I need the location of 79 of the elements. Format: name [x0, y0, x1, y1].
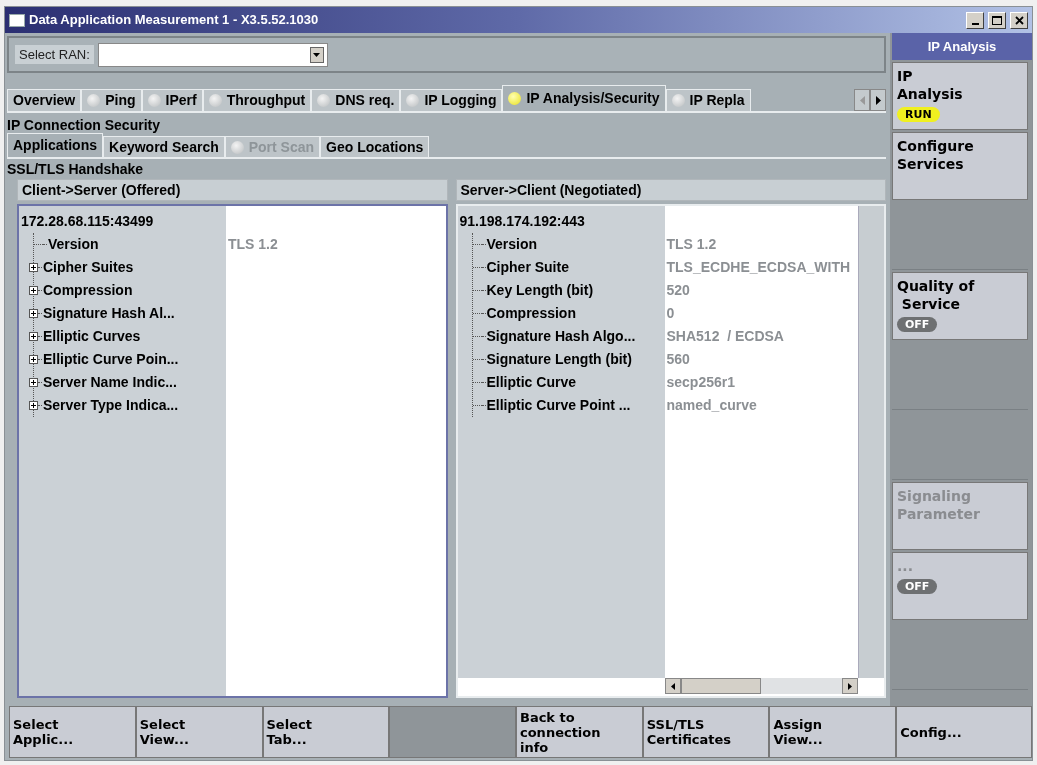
tree-item-value: 520: [666, 281, 690, 300]
side-softkey[interactable]: Quality of Service OFF: [892, 272, 1028, 340]
tree-item-label[interactable]: Server Name Indic...: [43, 372, 177, 393]
side-softkey[interactable]: IP Analysis RUN: [892, 62, 1028, 130]
tree-item-label[interactable]: Signature Hash Algo...: [486, 326, 636, 347]
tree-item-label[interactable]: Server Type Indica...: [43, 395, 179, 416]
panel-header: Server->Client (Negotiated): [455, 179, 886, 201]
tree-item-value: TLS 1.2: [228, 235, 278, 254]
section-title: IP Connection Security: [7, 116, 161, 135]
ran-label: Select RAN:: [15, 44, 94, 65]
tree-item-value: TLS_ECDHE_ECDSA_WITH: [666, 258, 851, 277]
expand-icon[interactable]: [29, 355, 38, 364]
tab[interactable]: IPerf: [141, 89, 203, 111]
close-icon: [1014, 15, 1024, 25]
tree-item-value: SHA512 / ECDSA: [666, 327, 784, 346]
tree-root: 91.198.174.192:443: [459, 212, 586, 231]
bottom-softkey[interactable]: Config...: [896, 706, 1032, 758]
bottom-softkey[interactable]: Select Applic...: [9, 706, 136, 758]
tree-item-label[interactable]: Key Length (bit): [486, 280, 594, 301]
tree-item-value: 560: [666, 350, 690, 369]
minimize-button[interactable]: [966, 11, 984, 29]
status-badge: OFF: [897, 317, 938, 332]
tree-item-label[interactable]: Compression: [486, 303, 576, 324]
tree-item-label[interactable]: Elliptic Curve Poin...: [43, 349, 179, 370]
subtab[interactable]: Applications: [7, 133, 103, 157]
tab[interactable]: Throughput: [202, 89, 312, 111]
window-icon: [9, 13, 25, 27]
expand-icon[interactable]: [29, 263, 38, 272]
expand-icon[interactable]: [29, 332, 38, 341]
expand-icon[interactable]: [29, 286, 38, 295]
right-arrow-icon: [875, 95, 881, 105]
tab-scroll-right-button[interactable]: [870, 89, 886, 111]
tree-item-label[interactable]: Version: [486, 234, 538, 255]
tree-item-label[interactable]: Elliptic Curve: [486, 372, 576, 393]
scroll-thumb[interactable]: [680, 678, 761, 694]
tab[interactable]: DNS req.: [311, 89, 401, 111]
subsection-title: SSL/TLS Handshake: [7, 160, 145, 179]
expand-icon[interactable]: [29, 401, 38, 410]
tree-item-value: 0: [666, 304, 675, 323]
tab[interactable]: Ping: [81, 89, 142, 111]
scroll-right-icon: [842, 678, 858, 694]
side-softkey[interactable]: Configure Services: [892, 132, 1028, 200]
tab[interactable]: IP Analysis/Security: [502, 85, 666, 111]
close-button[interactable]: [1010, 11, 1028, 29]
bottom-softkey[interactable]: Back to connection info: [516, 706, 643, 758]
scroll-left-icon: [664, 678, 681, 694]
bottom-softkey[interactable]: Assign View...: [769, 706, 897, 758]
expand-icon[interactable]: [29, 309, 38, 318]
window-title: Data Application Measurement 1 - X3.5.52.1030: [29, 11, 320, 30]
status-badge: OFF: [897, 579, 938, 594]
subtab[interactable]: Geo Locations: [320, 136, 430, 157]
bottom-softkey[interactable]: Select View...: [135, 706, 263, 758]
expand-icon[interactable]: [29, 378, 38, 387]
tab[interactable]: Overview: [7, 89, 82, 111]
left-arrow-icon: [859, 95, 865, 105]
side-panel-header: IP Analysis: [892, 33, 1032, 60]
panel-header: Client->Server (Offered): [17, 179, 448, 201]
tree-item-value: TLS 1.2: [666, 235, 717, 254]
tree-item-value: secp256r1: [666, 373, 735, 392]
ran-dropdown[interactable]: [97, 42, 328, 67]
tree-item-label[interactable]: Cipher Suites: [43, 257, 134, 278]
bottom-softkey[interactable]: Select Tab...: [262, 706, 390, 758]
tab[interactable]: IP Logging: [400, 89, 503, 111]
vertical-scrollbar[interactable]: [858, 206, 884, 678]
tree-item-label[interactable]: Version: [48, 234, 99, 255]
horizontal-scrollbar[interactable]: [664, 678, 858, 694]
maximize-button[interactable]: [988, 11, 1006, 29]
tree-item-label[interactable]: Signature Hash Al...: [43, 303, 175, 324]
bottom-softkey[interactable]: SSL/TLS Certificates: [642, 706, 770, 758]
tree-item-label[interactable]: Cipher Suite: [486, 257, 569, 278]
tree-item-label[interactable]: Signature Length (bit): [486, 349, 632, 370]
tree-item-label[interactable]: Elliptic Curves: [43, 326, 141, 347]
tree-item-value: named_curve: [666, 396, 757, 415]
tree-item-label[interactable]: Compression: [43, 280, 133, 301]
tree-item-label[interactable]: Elliptic Curve Point ...: [486, 395, 631, 416]
tab[interactable]: IP Repla: [665, 89, 751, 111]
subtab[interactable]: Keyword Search: [103, 136, 225, 157]
status-badge: RUN: [897, 107, 940, 122]
tree-root: 172.28.68.115:43499: [21, 212, 155, 231]
